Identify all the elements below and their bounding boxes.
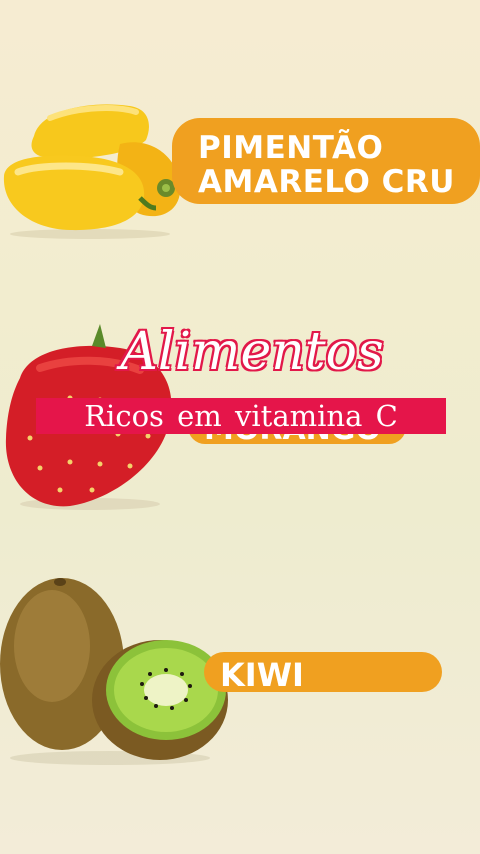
pepper-label-line1: PIMENTÃO — [198, 130, 384, 166]
yellow-pepper-image — [3, 104, 181, 239]
kiwi-label-pill: KIWI — [204, 652, 442, 694]
pepper-label-pill: PIMENTÃO AMARELO CRU — [172, 118, 480, 204]
overlay-subtitle: Ricos em vitamina C — [36, 398, 446, 434]
overlay-title: Alimentos — [119, 321, 385, 384]
kiwi-label: KIWI — [220, 656, 304, 694]
pepper-label-line2: AMARELO CRU — [198, 164, 455, 200]
